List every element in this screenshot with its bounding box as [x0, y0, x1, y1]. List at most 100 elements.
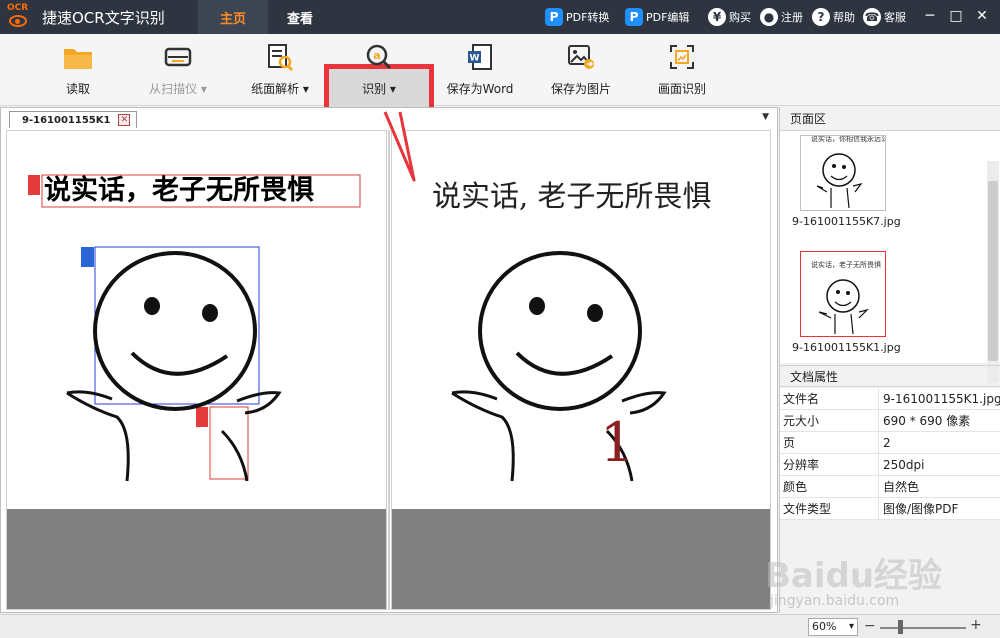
- logo-text: OCR: [7, 3, 29, 13]
- read-button[interactable]: 读取: [48, 34, 108, 106]
- save-image-icon: [566, 42, 596, 72]
- property-value: 690 * 690 像素: [883, 414, 971, 428]
- close-icon[interactable]: ✕: [974, 8, 990, 24]
- zoom-select[interactable]: 60%: [808, 618, 858, 636]
- zoom-slider-handle[interactable]: [898, 620, 903, 634]
- save-word-label: 保存为Word: [446, 82, 514, 96]
- register-link[interactable]: ● 注册: [760, 0, 803, 34]
- properties-table: 文件名 9-161001155K1.jpg 元大小 690 * 690 像素 页2 …: [780, 388, 1000, 520]
- property-value: 图像/图像PDF: [883, 502, 959, 516]
- thumbnail-label-2: 9-161001155K1.jpg: [792, 341, 901, 354]
- property-row: 元大小 690 * 690 像素: [780, 410, 1000, 432]
- app-title: 捷速OCR文字识别: [42, 8, 165, 27]
- recognize-label: 识别 ▾: [362, 82, 396, 96]
- pdf-edit-label: PDF编辑: [646, 11, 690, 24]
- help-link[interactable]: ? 帮助: [812, 0, 855, 34]
- property-row: 页2: [780, 432, 1000, 454]
- property-key: 颜色: [780, 476, 879, 497]
- document-area: 9-161001155K1 ✕ ▼ 说实话，老子无所畏惧 说实话, 老子无所畏惧…: [0, 107, 778, 613]
- page-divider: [388, 130, 390, 610]
- tab-list-dropdown-icon[interactable]: ▼: [762, 112, 769, 122]
- recognize-button[interactable]: a 识别 ▾: [344, 34, 414, 106]
- property-key: 分辨率: [780, 454, 879, 475]
- help-icon: ?: [812, 8, 830, 26]
- watermark-url: jingyan.baidu.com: [770, 593, 900, 609]
- maximize-icon[interactable]: □: [948, 8, 964, 24]
- register-label: 注册: [781, 11, 803, 24]
- page-thumbnails: 说实话，你相信我永远公开 9-161001155K7.jpg 说实话，老子无所畏…: [780, 131, 1000, 383]
- page-analyze-icon: [265, 42, 295, 72]
- recognized-result-page[interactable]: 说实话, 老子无所畏惧 1: [391, 130, 771, 610]
- svg-text:W: W: [470, 54, 480, 64]
- property-row: 文件名 9-161001155K1.jpg: [780, 388, 1000, 410]
- app-logo-icon: OCR: [6, 3, 32, 30]
- service-label: 客服: [884, 11, 906, 24]
- cart-icon: ¥: [708, 8, 726, 26]
- thumbnail-scrollbar[interactable]: [987, 161, 999, 383]
- from-scanner-label: 从扫描仪 ▾: [149, 82, 207, 96]
- page-analyze-button[interactable]: 纸面解析 ▾: [244, 34, 316, 106]
- svg-text:a: a: [373, 49, 380, 62]
- zoom-slider[interactable]: [880, 627, 966, 629]
- property-key: 文件名: [780, 388, 879, 409]
- close-tab-icon[interactable]: ✕: [118, 114, 131, 126]
- from-scanner-button[interactable]: 从扫描仪 ▾: [142, 34, 214, 106]
- scanner-icon: [163, 42, 193, 72]
- property-key: 文件类型: [780, 498, 879, 519]
- read-label: 读取: [65, 82, 90, 96]
- title-bar: OCR 捷速OCR文字识别 主页 查看 P PDF转换 P PDF编辑 ¥ 购买…: [0, 0, 1000, 34]
- help-label: 帮助: [833, 11, 855, 24]
- screen-recognize-icon: [667, 42, 697, 72]
- recognized-text: 说实话, 老子无所畏惧: [432, 179, 712, 213]
- zoom-out-icon[interactable]: −: [864, 618, 876, 634]
- folder-icon: [63, 42, 93, 72]
- source-text: 说实话，老子无所畏惧: [44, 175, 314, 206]
- service-link[interactable]: ☎ 客服: [863, 0, 906, 34]
- user-icon: ●: [760, 8, 778, 26]
- pdf-edit-link[interactable]: P PDF编辑: [625, 0, 689, 34]
- save-image-button[interactable]: 保存为图片: [546, 34, 616, 106]
- page-panel-title: 页面区: [780, 107, 1000, 131]
- page-gray-band: [392, 509, 770, 609]
- tab-home[interactable]: 主页: [198, 0, 268, 34]
- pdf-convert-label: PDF转换: [566, 11, 610, 24]
- property-key: 页: [780, 432, 879, 453]
- minimize-icon[interactable]: ─: [922, 8, 938, 24]
- property-key: 元大小: [780, 410, 879, 431]
- pdf-convert-link[interactable]: P PDF转换: [545, 0, 609, 34]
- property-value: 250dpi: [883, 458, 925, 472]
- property-value: 自然色: [883, 480, 920, 494]
- main-toolbar: 读取 从扫描仪 ▾ 纸面解析 ▾ a 识别 ▾ W 保存为Word 保存为图片: [0, 34, 1000, 146]
- property-row: 分辨率 250dpi: [780, 454, 1000, 476]
- pdf-edit-icon: P: [625, 8, 643, 26]
- tab-view[interactable]: 查看: [265, 0, 335, 34]
- buy-link[interactable]: ¥ 购买: [708, 0, 751, 34]
- document-tab-label: 9-161001155K1: [22, 114, 111, 126]
- properties-title: 文档属性: [780, 365, 1000, 387]
- status-bar: 60% − +: [0, 614, 1000, 638]
- property-value: 9-161001155K1.jpg: [883, 392, 1000, 406]
- buy-label: 购买: [729, 11, 751, 24]
- property-row: 文件类型 图像/图像PDF: [780, 498, 1000, 520]
- watermark: Baidu经验: [765, 556, 943, 596]
- page-gray-band: [7, 509, 386, 609]
- word-icon: W: [465, 42, 495, 72]
- thumbnail-page-2[interactable]: 说实话，老子无所畏惧: [800, 251, 886, 337]
- save-word-button[interactable]: W 保存为Word: [440, 34, 520, 106]
- document-tab[interactable]: 9-161001155K1 ✕: [9, 111, 138, 128]
- property-row: 颜色 自然色: [780, 476, 1000, 498]
- source-image-page[interactable]: 说实话，老子无所畏惧: [6, 130, 387, 610]
- pdf-convert-icon: P: [545, 8, 563, 26]
- thumbnail-page-1[interactable]: 说实话，你相信我永远公开: [800, 135, 886, 211]
- recognize-icon: a: [364, 42, 394, 72]
- screen-recognize-button[interactable]: 画面识别: [650, 34, 714, 106]
- phone-icon: ☎: [863, 8, 881, 26]
- right-panel: 页面区 说实话，你相信我永远公开 9-161001155K7.jpg 说实话，老…: [779, 107, 1000, 613]
- recognized-number: 1: [600, 411, 635, 474]
- page-analyze-label: 纸面解析 ▾: [251, 82, 309, 96]
- property-value: 2: [883, 436, 891, 450]
- save-image-label: 保存为图片: [550, 82, 611, 96]
- screen-recognize-label: 画面识别: [657, 82, 706, 96]
- thumbnail-label-1: 9-161001155K7.jpg: [792, 215, 901, 228]
- zoom-in-icon[interactable]: +: [970, 617, 982, 633]
